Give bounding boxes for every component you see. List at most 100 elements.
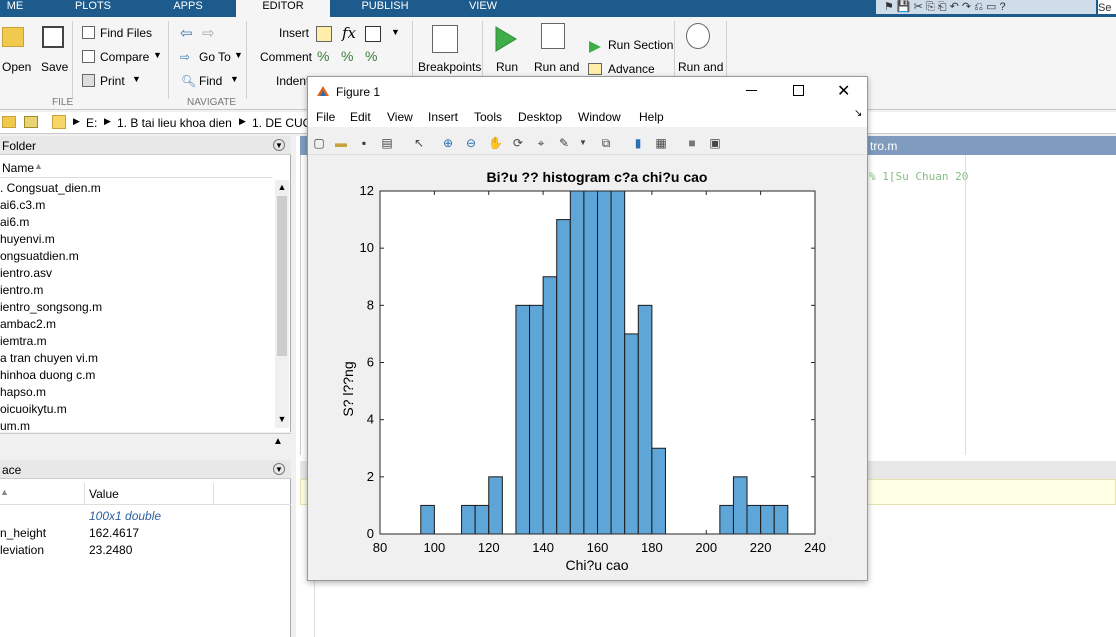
figure-title-bar[interactable]: Figure 1 ✕ (308, 77, 867, 105)
chevron-down-icon[interactable]: ▼ (153, 50, 162, 60)
chevron-down-icon[interactable]: ▼ (234, 50, 243, 60)
expand-details-icon[interactable]: ▲ (273, 436, 283, 447)
chevron-down-icon[interactable]: ▼ (391, 27, 400, 37)
new-figure-icon[interactable]: ▢ (312, 136, 326, 150)
advance-button[interactable]: Advance (608, 62, 655, 76)
menu-desktop[interactable]: Desktop (518, 110, 562, 124)
open-file-icon[interactable]: ▬ (334, 136, 348, 150)
insert-button[interactable]: Insert (279, 26, 309, 40)
panel-actions-icon[interactable]: ▼ (273, 139, 285, 151)
browse-folder-icon[interactable] (2, 116, 16, 128)
menu-view[interactable]: View (387, 110, 413, 124)
file-list-item[interactable]: . Congsuat_dien.m (0, 181, 101, 195)
compare-button[interactable]: Compare (100, 50, 149, 64)
scroll-down-icon[interactable]: ▼ (275, 414, 289, 424)
save-figure-icon[interactable]: ▪ (357, 136, 371, 150)
file-list-item[interactable]: ientro.asv (0, 266, 52, 280)
workspace-row[interactable]: 100x1 double (0, 509, 291, 525)
link-plot-icon[interactable]: ⧉ (599, 136, 613, 150)
go-to-button[interactable]: Go To (199, 50, 231, 64)
run-and-time-button[interactable]: Run and (678, 60, 723, 74)
close-icon[interactable]: ✕ (837, 81, 850, 101)
chevron-down-icon[interactable]: ▼ (132, 74, 141, 84)
folder-scrollbar[interactable]: ▲ ▼ (275, 180, 289, 428)
print-figure-icon[interactable]: ▤ (380, 136, 394, 150)
file-list-item[interactable]: a tran chuyen vi.m (0, 351, 98, 365)
file-list-item[interactable]: um.m (0, 419, 30, 433)
comment-button[interactable]: Comment (260, 50, 312, 64)
find-files-button[interactable]: Find Files (100, 26, 152, 40)
comment-percent-icon[interactable]: % (317, 48, 329, 64)
menu-help[interactable]: Help (639, 110, 664, 124)
workspace-row[interactable]: n_height 162.4617 (0, 526, 291, 542)
forward-arrow-icon[interactable]: ⇨ (202, 24, 215, 42)
zoom-in-icon[interactable]: ⊕ (441, 136, 455, 150)
save-button[interactable]: Save (41, 60, 68, 74)
zoom-out-icon[interactable]: ⊖ (464, 136, 478, 150)
run-section-button[interactable]: Run Section (608, 38, 673, 52)
find-button[interactable]: Find (199, 74, 222, 88)
file-list-item[interactable]: ai6.c3.m (0, 198, 45, 212)
function-icon[interactable]: fx (342, 24, 356, 42)
name-column-header[interactable]: Name ▲ (0, 158, 272, 178)
open-folder-icon[interactable] (2, 27, 24, 47)
data-cursor-icon[interactable]: ⌖ (534, 136, 548, 150)
search-documentation-input[interactable]: Se (1098, 0, 1116, 14)
edit-plot-arrow-icon[interactable]: ↖ (412, 136, 426, 150)
menu-file[interactable]: File (316, 110, 335, 124)
workspace-row[interactable]: leviation 23.2480 (0, 543, 291, 559)
value-column-label[interactable]: Value (89, 487, 119, 501)
print-button[interactable]: Print (100, 74, 125, 88)
breadcrumb-folder-2[interactable]: 1. DE CUO (252, 116, 312, 130)
up-folder-icon[interactable] (24, 116, 38, 128)
file-list-item[interactable]: oicuoikytu.m (0, 402, 67, 416)
file-list-item[interactable]: hapso.m (0, 385, 46, 399)
run-button[interactable]: Run (496, 60, 518, 74)
breadcrumb-folder-1[interactable]: 1. B tai lieu khoa dien (117, 116, 232, 130)
insert-colorbar-icon[interactable]: ▮ (631, 136, 645, 150)
tab-editor[interactable]: EDITOR (236, 0, 330, 17)
pan-hand-icon[interactable]: ✋ (488, 136, 503, 150)
indent-button[interactable]: Indent (276, 74, 309, 88)
save-icon[interactable] (42, 26, 64, 48)
run-icon[interactable] (494, 25, 518, 53)
breakpoints-icon[interactable] (432, 25, 458, 53)
file-list-item[interactable]: ientro.m (0, 283, 43, 297)
file-list-item[interactable]: ai6.m (0, 215, 29, 229)
maximize-icon[interactable] (793, 85, 804, 96)
panel-actions-icon[interactable]: ▼ (273, 463, 285, 475)
tab-home[interactable]: ME (0, 0, 30, 17)
quick-access-icons[interactable]: ⚑ 💾 ✂ ⎘ ⎗ ↶ ↷ ⎌ ▭ ? (884, 0, 1006, 14)
file-list-item[interactable]: hinhoa duong c.m (0, 368, 95, 382)
wrap-comment-icon[interactable]: % (365, 48, 377, 64)
chevron-down-icon[interactable]: ▼ (576, 136, 590, 150)
histogram-chart[interactable]: Bi?u ?? histogram c?a chi?u cao 80 100 120… (308, 157, 867, 580)
uncomment-percent-icon[interactable]: % (341, 48, 353, 64)
rotate-3d-icon[interactable]: ⟳ (511, 136, 525, 150)
show-plot-tools-icon[interactable]: ▣ (708, 136, 722, 150)
insert-section-icon[interactable] (316, 26, 332, 42)
hide-plot-tools-icon[interactable]: ■ (685, 136, 699, 150)
brush-icon[interactable]: ✎ (557, 136, 571, 150)
file-list-item[interactable]: ongsuatdien.m (0, 249, 79, 263)
insert-legend-icon[interactable]: ▦ (654, 136, 668, 150)
menu-insert[interactable]: Insert (428, 110, 458, 124)
menu-edit[interactable]: Edit (350, 110, 371, 124)
open-button[interactable]: Open (2, 60, 31, 74)
menu-tools[interactable]: Tools (474, 110, 502, 124)
file-list-item[interactable]: iemtra.m (0, 334, 47, 348)
file-list-item[interactable]: ambac2.m (0, 317, 56, 331)
menu-window[interactable]: Window (578, 110, 621, 124)
scroll-up-icon[interactable]: ▲ (275, 182, 289, 192)
breakpoints-button[interactable]: Breakpoints (418, 60, 481, 74)
tab-plots[interactable]: PLOTS (62, 0, 124, 17)
tab-publish[interactable]: PUBLISH (344, 0, 426, 17)
run-and-advance-button[interactable]: Run and (534, 60, 579, 74)
file-list-item[interactable]: ientro_songsong.m (0, 300, 102, 314)
editor-tab[interactable]: tro.m (870, 139, 897, 153)
back-arrow-icon[interactable]: ⇦ (180, 24, 193, 42)
dock-figure-icon[interactable]: ↘ (854, 108, 862, 119)
tab-apps[interactable]: APPS (158, 0, 218, 17)
insert-function-icon[interactable] (365, 26, 381, 42)
tab-view[interactable]: VIEW (440, 0, 526, 17)
